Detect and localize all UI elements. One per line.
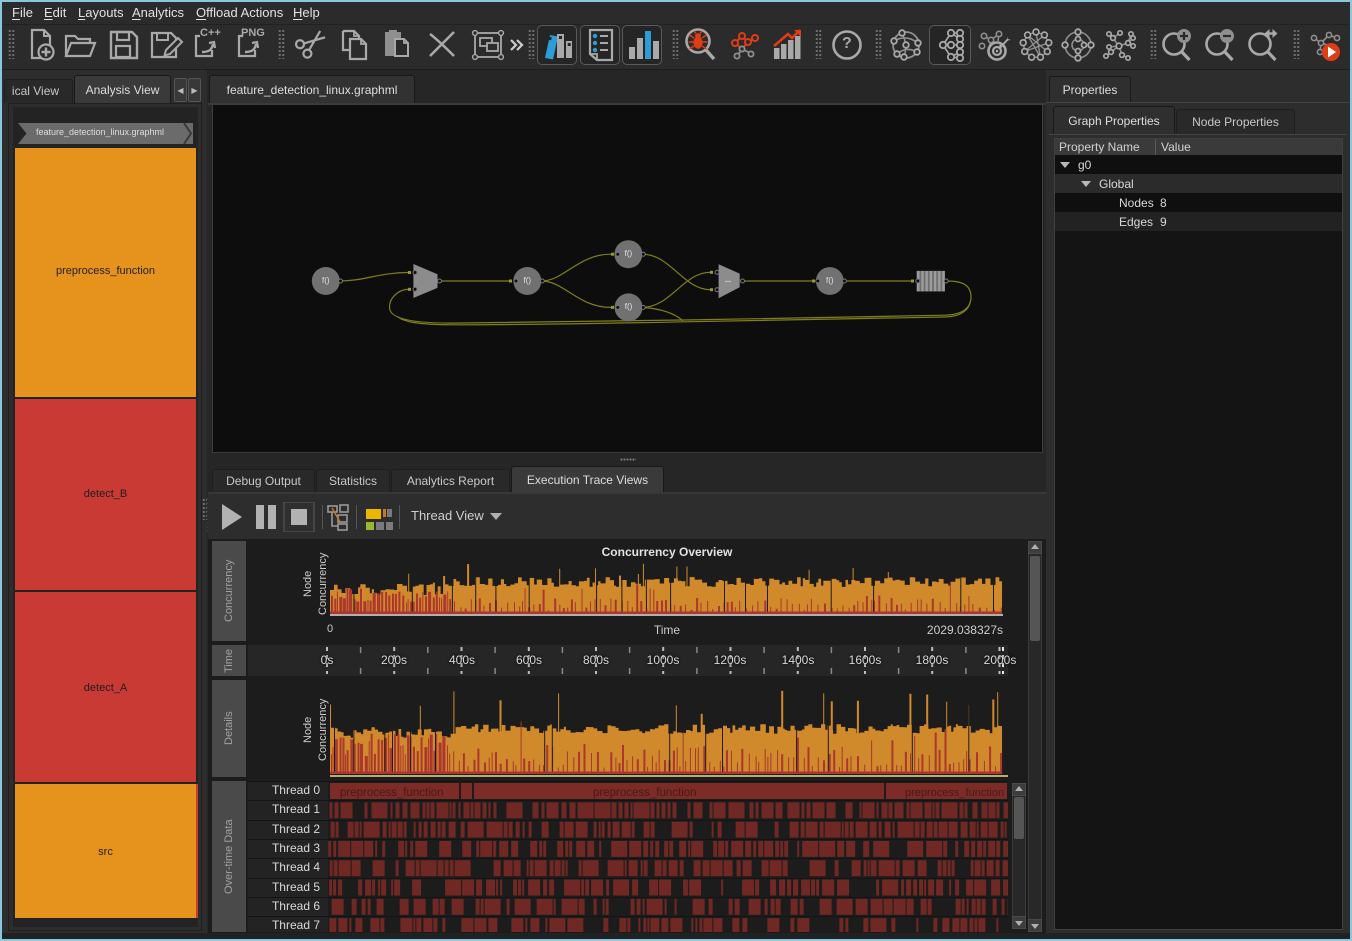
svg-text:preprocess_function: preprocess_function: [340, 787, 444, 799]
svg-text:preprocess_function: preprocess_function: [593, 787, 697, 799]
svg-text:preprocess_function: preprocess_function: [905, 787, 1004, 799]
